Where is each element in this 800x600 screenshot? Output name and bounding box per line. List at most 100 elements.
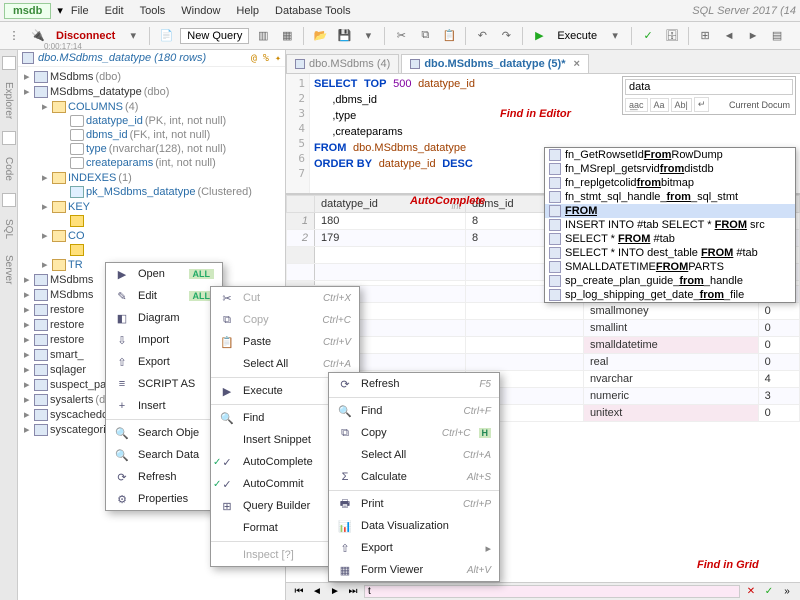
menu-item[interactable]: ⇧Export xyxy=(106,351,222,373)
menu-file[interactable]: File xyxy=(63,5,97,17)
menu-item[interactable]: ✂CutCtrl+X xyxy=(211,287,359,309)
tree-node[interactable]: ▸COLUMNS(4) xyxy=(18,99,285,114)
menu-item[interactable]: ⇧Export▸ xyxy=(329,537,499,559)
apply-icon[interactable]: ✓ xyxy=(762,585,776,599)
tree-node[interactable]: createparams(int, not null) xyxy=(18,156,285,170)
grid-search-input[interactable] xyxy=(364,585,740,598)
search-input[interactable] xyxy=(625,79,793,95)
menu-help[interactable]: Help xyxy=(228,5,267,17)
tree-node[interactable]: datatype_id(PK, int, not null) xyxy=(18,114,285,128)
menu-database-tools[interactable]: Database Tools xyxy=(267,5,359,17)
search-opt-regex[interactable]: a͟ac xyxy=(625,98,648,112)
menu-item[interactable]: +Insert xyxy=(106,395,222,417)
nav-prev-icon[interactable]: ◄ xyxy=(310,585,324,599)
menu-item[interactable]: ⚙Properties xyxy=(106,488,222,510)
nav-last-icon[interactable]: ⏭ xyxy=(346,585,360,599)
context-menu-tree[interactable]: ▶OpenALL✎EditALL◧Diagram⇩Import⇧Export≡S… xyxy=(105,262,223,511)
save-dropdown-icon[interactable]: ▾ xyxy=(358,26,378,46)
run-icon[interactable]: ▶ xyxy=(529,26,549,46)
autocomplete-item[interactable]: sp_log_shipping_get_date_from_file xyxy=(545,288,795,302)
menu-item[interactable]: ✎EditALL xyxy=(106,285,222,307)
autocomplete-item[interactable]: sp_create_plan_guide_from_handle xyxy=(545,274,795,288)
tab-msdbms-datatype[interactable]: dbo.MSdbms_datatype (5)*× xyxy=(401,54,589,73)
menu-item[interactable]: 🔍Search Data xyxy=(106,444,222,466)
menu-item[interactable]: ⧉CopyCtrl+CH xyxy=(329,422,499,444)
nav-prev-icon[interactable]: ◄ xyxy=(719,26,739,46)
menu-item[interactable]: ▦Form ViewerAlt+V xyxy=(329,559,499,581)
paste-icon[interactable]: 📋 xyxy=(439,26,459,46)
autocomplete-item[interactable]: fn_GetRowsetIdFromRowDump xyxy=(545,148,795,162)
tree-node[interactable] xyxy=(18,214,285,228)
rail-code-icon[interactable] xyxy=(2,131,16,145)
tree-node[interactable] xyxy=(18,243,285,257)
form-icon[interactable]: ▤ xyxy=(767,26,787,46)
tree-node[interactable]: type(nvarchar(128), not null) xyxy=(18,142,285,156)
menu-tools[interactable]: Tools xyxy=(132,5,174,17)
execute-dropdown-icon[interactable]: ▾ xyxy=(605,26,625,46)
open-icon[interactable]: 📂 xyxy=(310,26,330,46)
menu-item[interactable]: ≡SCRIPT AS xyxy=(106,373,222,395)
doc-icon[interactable]: 📄 xyxy=(156,26,176,46)
tree-node[interactable]: ▸INDEXES(1) xyxy=(18,170,285,185)
autocomplete-item[interactable]: INSERT INTO #tab SELECT * FROM src xyxy=(545,218,795,232)
nav-next-icon[interactable]: ► xyxy=(328,585,342,599)
tree-node[interactable]: ▸CO xyxy=(18,228,285,243)
redo-icon[interactable]: ↷ xyxy=(496,26,516,46)
autocomplete-popup[interactable]: fn_GetRowsetIdFromRowDumpfn_MSrepl_getsr… xyxy=(544,147,796,303)
save-icon[interactable]: 💾 xyxy=(334,26,354,46)
tree-node[interactable]: ▸KEY xyxy=(18,199,285,214)
check-icon[interactable]: ✓ xyxy=(638,26,658,46)
clear-icon[interactable]: ✕ xyxy=(744,585,758,599)
autocomplete-item[interactable]: SELECT * INTO dest_table FROM #tab xyxy=(545,246,795,260)
menu-item[interactable]: ⟳RefreshF5 xyxy=(329,373,499,395)
nav-next-icon[interactable]: ► xyxy=(743,26,763,46)
menu-item[interactable]: Select AllCtrl+A xyxy=(329,444,499,466)
ellipsis-icon[interactable]: ⋮ xyxy=(4,26,24,46)
disconnect-dropdown-icon[interactable]: ▾ xyxy=(123,26,143,46)
tree-node[interactable]: ▸MSdbms(dbo) xyxy=(18,69,285,84)
rail-sql-icon[interactable] xyxy=(2,193,16,207)
tab-msdbms[interactable]: dbo.MSdbms (4) xyxy=(286,54,399,73)
columns-icon[interactable]: ▥ xyxy=(253,26,273,46)
menu-item[interactable]: ΣCalculateAlt+S xyxy=(329,466,499,488)
search-scope[interactable]: Current Docum xyxy=(726,99,793,111)
menu-item[interactable]: 📋PasteCtrl+V xyxy=(211,331,359,353)
disconnect-button[interactable]: Disconnect xyxy=(52,29,119,43)
find-panel[interactable]: a͟ac Aa Ab| ↵ Current Docum xyxy=(622,76,796,115)
autocomplete-item[interactable]: SELECT * FROM #tab xyxy=(545,232,795,246)
nav-first-icon[interactable]: ⏮ xyxy=(292,585,306,599)
cut-icon[interactable]: ✂ xyxy=(391,26,411,46)
undo-icon[interactable]: ↶ xyxy=(472,26,492,46)
tree-node[interactable]: pk_MSdbms_datatype(Clustered) xyxy=(18,185,285,199)
copy-icon[interactable]: ⧉ xyxy=(415,26,435,46)
db-icon[interactable]: 🗄 xyxy=(662,26,682,46)
autocomplete-item[interactable]: fn_MSrepl_getsrvidfromdistdb xyxy=(545,162,795,176)
menu-item[interactable]: 🔍FindCtrl+F xyxy=(329,400,499,422)
search-opt-case[interactable]: Aa xyxy=(650,98,669,112)
menu-item[interactable]: ▶OpenALL xyxy=(106,263,222,285)
window-icon[interactable]: ⊞ xyxy=(695,26,715,46)
rail-explorer-icon[interactable] xyxy=(2,56,16,70)
grid-icon[interactable]: ▦ xyxy=(277,26,297,46)
execute-button[interactable]: Execute xyxy=(553,29,601,43)
autocomplete-item[interactable]: SMALLDATETIMEFROMPARTS xyxy=(545,260,795,274)
menu-window[interactable]: Window xyxy=(173,5,228,17)
menu-item[interactable]: ⇩Import xyxy=(106,329,222,351)
context-menu-grid[interactable]: ⟳RefreshF5 🔍FindCtrl+F⧉CopyCtrl+CHSelect … xyxy=(328,372,500,582)
menu-item[interactable]: 🔍Search Obje xyxy=(106,422,222,444)
autocomplete-item[interactable]: FROM xyxy=(545,204,795,218)
search-opt-word[interactable]: Ab| xyxy=(671,98,692,112)
chevron-right-icon[interactable]: » xyxy=(780,585,794,599)
menu-edit[interactable]: Edit xyxy=(97,5,132,17)
menu-item[interactable]: 📊Data Visualization xyxy=(329,515,499,537)
db-selector[interactable]: msdb xyxy=(4,3,51,19)
tree-node[interactable]: dbms_id(FK, int, not null) xyxy=(18,128,285,142)
tree-node[interactable]: ▸MSdbms_datatype(dbo) xyxy=(18,84,285,99)
autocomplete-item[interactable]: fn_stmt_sql_handle_from_sql_stmt xyxy=(545,190,795,204)
search-opt-wrap[interactable]: ↵ xyxy=(694,97,710,112)
new-query-button[interactable]: New Query xyxy=(180,28,249,44)
explorer-badges[interactable]: @ % ✦ xyxy=(251,53,281,64)
menu-item[interactable]: ⧉CopyCtrl+C xyxy=(211,309,359,331)
menu-item[interactable]: 🖶PrintCtrl+P xyxy=(329,493,499,515)
menu-item[interactable]: ⟳Refresh xyxy=(106,466,222,488)
